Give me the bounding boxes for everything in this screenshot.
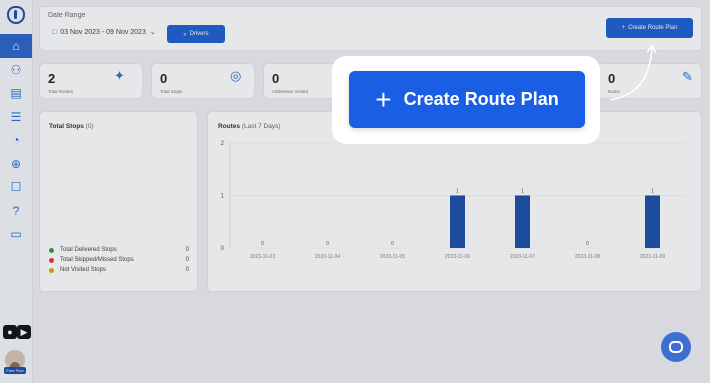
chat-support-button[interactable] [661, 332, 691, 362]
create-route-plan-spotlight-button[interactable]: + Create Route Plan [349, 71, 585, 128]
create-route-plan-label: Create Route Plan [403, 89, 559, 109]
plus-icon: + [375, 83, 392, 115]
tour-arrow-icon [609, 44, 657, 101]
